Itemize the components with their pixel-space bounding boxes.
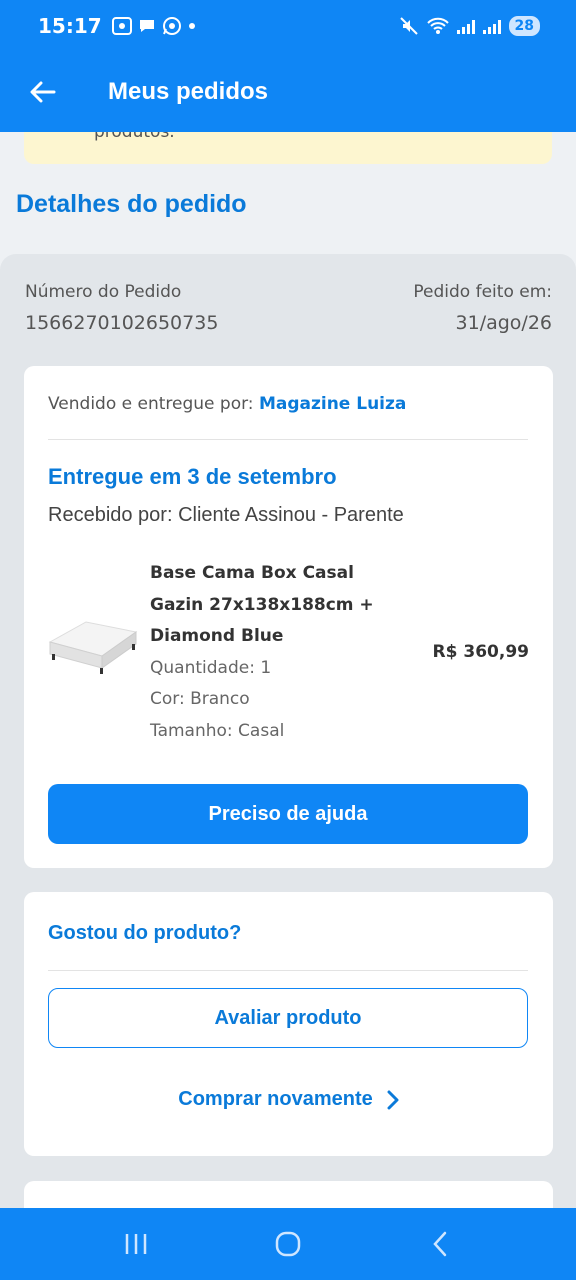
review-card: Gostou do produto? Avaliar produto Compr…: [24, 892, 553, 1156]
delivery-status: Entregue em 3 de setembro: [48, 464, 337, 489]
review-question: Gostou do produto?: [48, 922, 242, 944]
recent-apps-icon: [125, 1234, 147, 1254]
status-bar: 15:17 28: [0, 0, 576, 52]
product-color: Cor: Branco: [150, 689, 250, 709]
product-size: Tamanho: Casal: [150, 720, 285, 741]
system-nav-bar: [0, 1208, 576, 1280]
home-button[interactable]: [268, 1224, 308, 1264]
back-button[interactable]: [28, 77, 58, 107]
order-number-value: 1566270102650735: [25, 312, 219, 334]
seller-info: Vendido e entregue por: Magazine Luiza: [48, 394, 406, 414]
notification-icons: [111, 16, 196, 36]
page-title: Detalhes do pedido: [16, 190, 247, 218]
chevron-right-icon: [387, 1090, 399, 1109]
rate-product-button[interactable]: Avaliar produto: [48, 988, 528, 1048]
battery-indicator: 28: [508, 16, 540, 36]
seller-prefix: Vendido e entregue por:: [48, 394, 254, 414]
buy-again-label: Comprar novamente: [178, 1088, 373, 1110]
help-button[interactable]: Preciso de ajuda: [48, 784, 528, 844]
status-time: 15:17: [38, 14, 102, 38]
order-date-value: 31/ago/26: [455, 312, 552, 334]
order-details: Número do Pedido Pedido feito em: 156627…: [0, 254, 576, 1221]
order-number-label: Número do Pedido: [25, 282, 182, 302]
signal-icon: [456, 18, 475, 34]
home-icon: [275, 1231, 301, 1257]
screenshot-icon: [111, 17, 132, 35]
divider: [48, 970, 528, 971]
buy-again-link[interactable]: Comprar novamente: [24, 1088, 553, 1111]
product-image[interactable]: [46, 612, 138, 680]
divider: [48, 439, 528, 440]
dot-icon: [188, 23, 195, 29]
top-bar: 15:17 28 Meus pedidos: [0, 0, 576, 132]
app-bar-title: Meus pedidos: [108, 78, 269, 105]
app-bar: Meus pedidos: [0, 52, 576, 132]
signal-icon: [482, 18, 501, 34]
product-name-line[interactable]: Base Cama Box Casal: [150, 558, 410, 590]
recent-apps-button[interactable]: [116, 1224, 156, 1264]
product-name-line[interactable]: Diamond Blue: [150, 621, 410, 653]
order-date-label: Pedido feito em:: [413, 282, 552, 302]
wifi-icon: [426, 17, 449, 34]
delivery-card: Vendido e entregue por: Magazine Luiza E…: [24, 366, 553, 868]
product-info: Base Cama Box Casal Gazin 27x138x188cm +…: [150, 558, 410, 747]
seller-name[interactable]: Magazine Luiza: [259, 394, 406, 414]
whatsapp-icon: [162, 17, 181, 35]
product-name-line[interactable]: Gazin 27x138x188cm +: [150, 590, 410, 622]
product-quantity: Quantidade: 1: [150, 657, 272, 678]
chevron-left-icon: [433, 1231, 447, 1257]
received-by: Recebido por: Cliente Assinou - Parente: [48, 504, 404, 526]
arrow-left-icon: [30, 81, 56, 103]
order-meta: Número do Pedido Pedido feito em: 156627…: [25, 282, 552, 334]
chat-icon: [139, 20, 154, 32]
product-price: R$ 360,99: [432, 642, 529, 662]
back-nav-button[interactable]: [420, 1224, 460, 1264]
mute-icon: [399, 17, 418, 35]
